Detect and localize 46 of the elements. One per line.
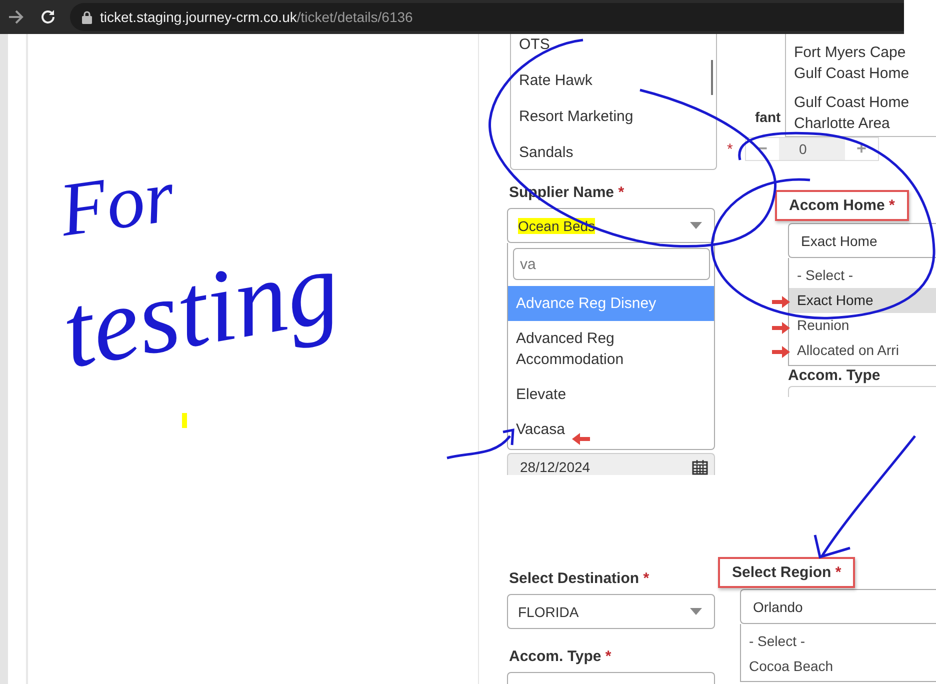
address-bar[interactable]: ticket.staging.journey-crm.co.uk/ticket/details/6136 <box>70 3 904 31</box>
date-field[interactable]: 28/12/2024 <box>507 453 715 475</box>
arrow-icon <box>772 346 790 358</box>
required-mark: * <box>727 140 734 158</box>
stepper-value[interactable]: 0 <box>779 138 845 160</box>
search-field[interactable]: va <box>513 248 710 280</box>
highlight-mark <box>182 413 187 428</box>
calendar-icon <box>692 459 708 475</box>
field-label: Accom Home * <box>775 190 909 221</box>
list-option[interactable]: Gulf Coast Home Charlotte Area <box>794 92 936 134</box>
field-label: Select Destination * <box>508 569 650 589</box>
field-label: Accom. Type * <box>508 647 612 667</box>
accom-type-select[interactable] <box>788 386 936 397</box>
handwritten-note: For <box>54 152 180 254</box>
dropdown-option[interactable]: Advanced Reg Accommodation <box>508 321 714 377</box>
pen-arrow-drawing <box>446 428 514 460</box>
reload-icon[interactable] <box>40 9 56 25</box>
arrow-icon <box>772 296 790 308</box>
dropdown-option[interactable]: Exact Home <box>789 288 936 313</box>
field-label: fant <box>755 109 782 127</box>
dropdown-option[interactable]: Allocated on Arri <box>789 338 936 363</box>
dropdown-option[interactable]: Vacasa <box>508 412 714 447</box>
destination-select[interactable]: FLORIDA <box>507 594 715 629</box>
list-option[interactable]: Sandals <box>511 135 716 169</box>
list-option[interactable]: Resort Marketing <box>511 99 716 135</box>
list-option[interactable]: Rate Hawk <box>511 63 716 99</box>
field-label: Select Region * <box>718 557 856 588</box>
caret-icon <box>690 222 702 229</box>
back-icon[interactable] <box>8 10 24 24</box>
arrow-icon <box>772 322 790 334</box>
list-option[interactable]: Fort Myers Cape Gulf Coast Home <box>794 42 936 84</box>
region-select[interactable]: Orlando <box>740 589 936 624</box>
list-option[interactable]: OTS <box>511 34 716 63</box>
url-host: ticket.staging.journey-crm.co.uk <box>100 9 297 25</box>
dropdown-option[interactable]: Elevate <box>508 377 714 412</box>
url-path: /ticket/details/6136 <box>296 9 413 25</box>
accom-home-select[interactable]: Exact Home <box>788 223 936 258</box>
caret-icon <box>690 608 702 615</box>
lock-icon <box>82 10 92 24</box>
scrollbar-thumb[interactable] <box>711 60 713 95</box>
dropdown-option[interactable]: Cocoa Beach <box>741 654 936 679</box>
field-label: Accom. Type <box>788 367 882 384</box>
dropdown-option[interactable]: Reunion <box>789 313 936 338</box>
dropdown-option[interactable]: - Select - <box>741 629 936 654</box>
arrow-icon <box>572 433 590 445</box>
dropdown-option[interactable]: - Select - <box>789 263 936 288</box>
